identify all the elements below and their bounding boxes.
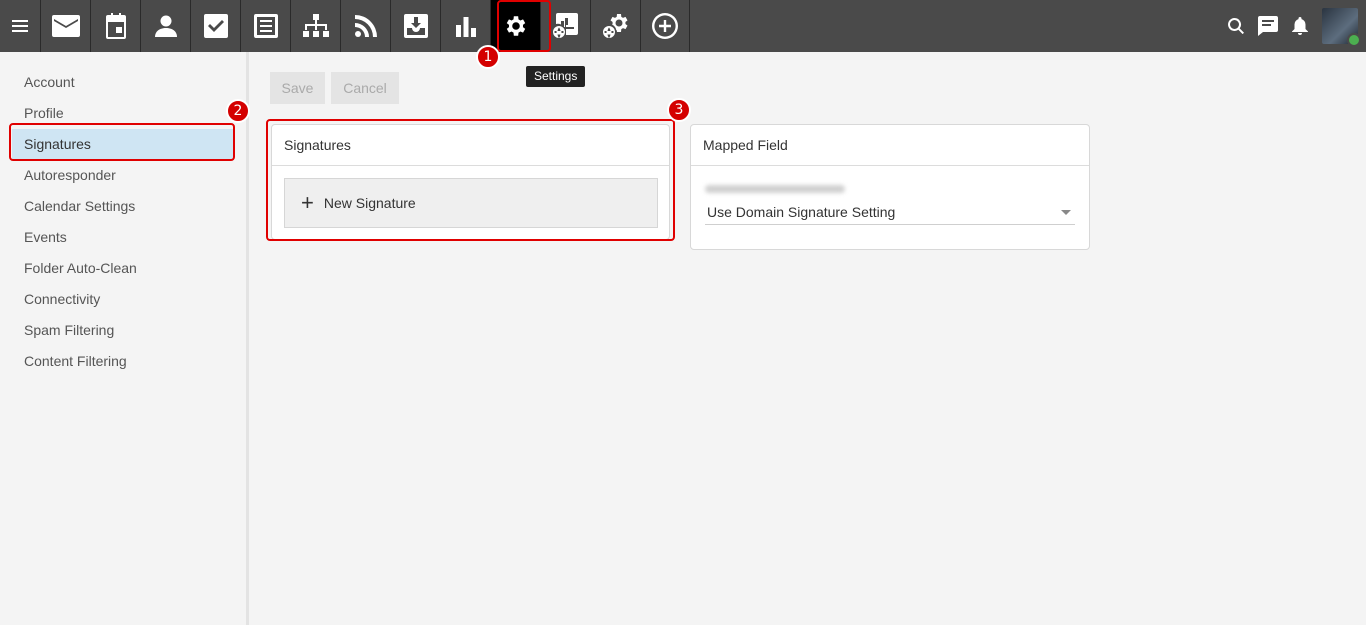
select-value: Use Domain Signature Setting [707,204,896,220]
blurred-label [705,185,845,193]
sidebar-item-events[interactable]: Events [12,222,234,253]
annotation-badge-1: 1 [476,45,500,69]
top-right-tools [1220,0,1366,52]
settings-tooltip: Settings [526,66,586,87]
cancel-button[interactable]: Cancel [331,72,399,104]
save-button[interactable]: Save [270,72,325,104]
archive-icon[interactable] [390,0,440,52]
annotation-box-3 [266,119,675,241]
annotation-badge-3: 3 [667,98,691,122]
mapped-field-panel: Mapped Field Use Domain Signature Settin… [690,124,1090,250]
chevron-down-icon [1061,210,1071,215]
avatar[interactable] [1322,8,1361,47]
sidebar-item-calendar-settings[interactable]: Calendar Settings [12,191,234,222]
bell-icon[interactable] [1284,0,1316,52]
notes-icon[interactable] [240,0,290,52]
sidebar-item-autoresponder[interactable]: Autoresponder [12,160,234,191]
sidebar-item-account[interactable]: Account [12,67,234,98]
annotation-box-1 [497,0,551,52]
contacts-icon[interactable] [140,0,190,52]
hamburger-menu-icon[interactable] [0,0,40,52]
rss-icon[interactable] [340,0,390,52]
top-bar [0,0,1366,52]
search-icon[interactable] [1220,0,1252,52]
sidebar-item-connectivity[interactable]: Connectivity [12,284,234,315]
annotation-box-2 [9,123,235,161]
signature-setting-select[interactable]: Use Domain Signature Setting [705,201,1075,225]
app-nav [40,0,690,52]
calendar-icon[interactable] [90,0,140,52]
online-status-dot [1347,33,1361,47]
sidebar-item-content-filtering[interactable]: Content Filtering [12,346,234,377]
reports-icon[interactable] [440,0,490,52]
sitemap-icon[interactable] [290,0,340,52]
tasks-icon[interactable] [190,0,240,52]
add-icon[interactable] [640,0,690,52]
mapped-field-panel-title: Mapped Field [691,125,1089,166]
sidebar-item-folder-auto-clean[interactable]: Folder Auto-Clean [12,253,234,284]
chat-icon[interactable] [1252,0,1284,52]
sidebar-item-spam-filtering[interactable]: Spam Filtering [12,315,234,346]
mail-icon[interactable] [40,0,90,52]
annotation-badge-2: 2 [226,99,250,123]
domain-settings-icon[interactable] [590,0,640,52]
